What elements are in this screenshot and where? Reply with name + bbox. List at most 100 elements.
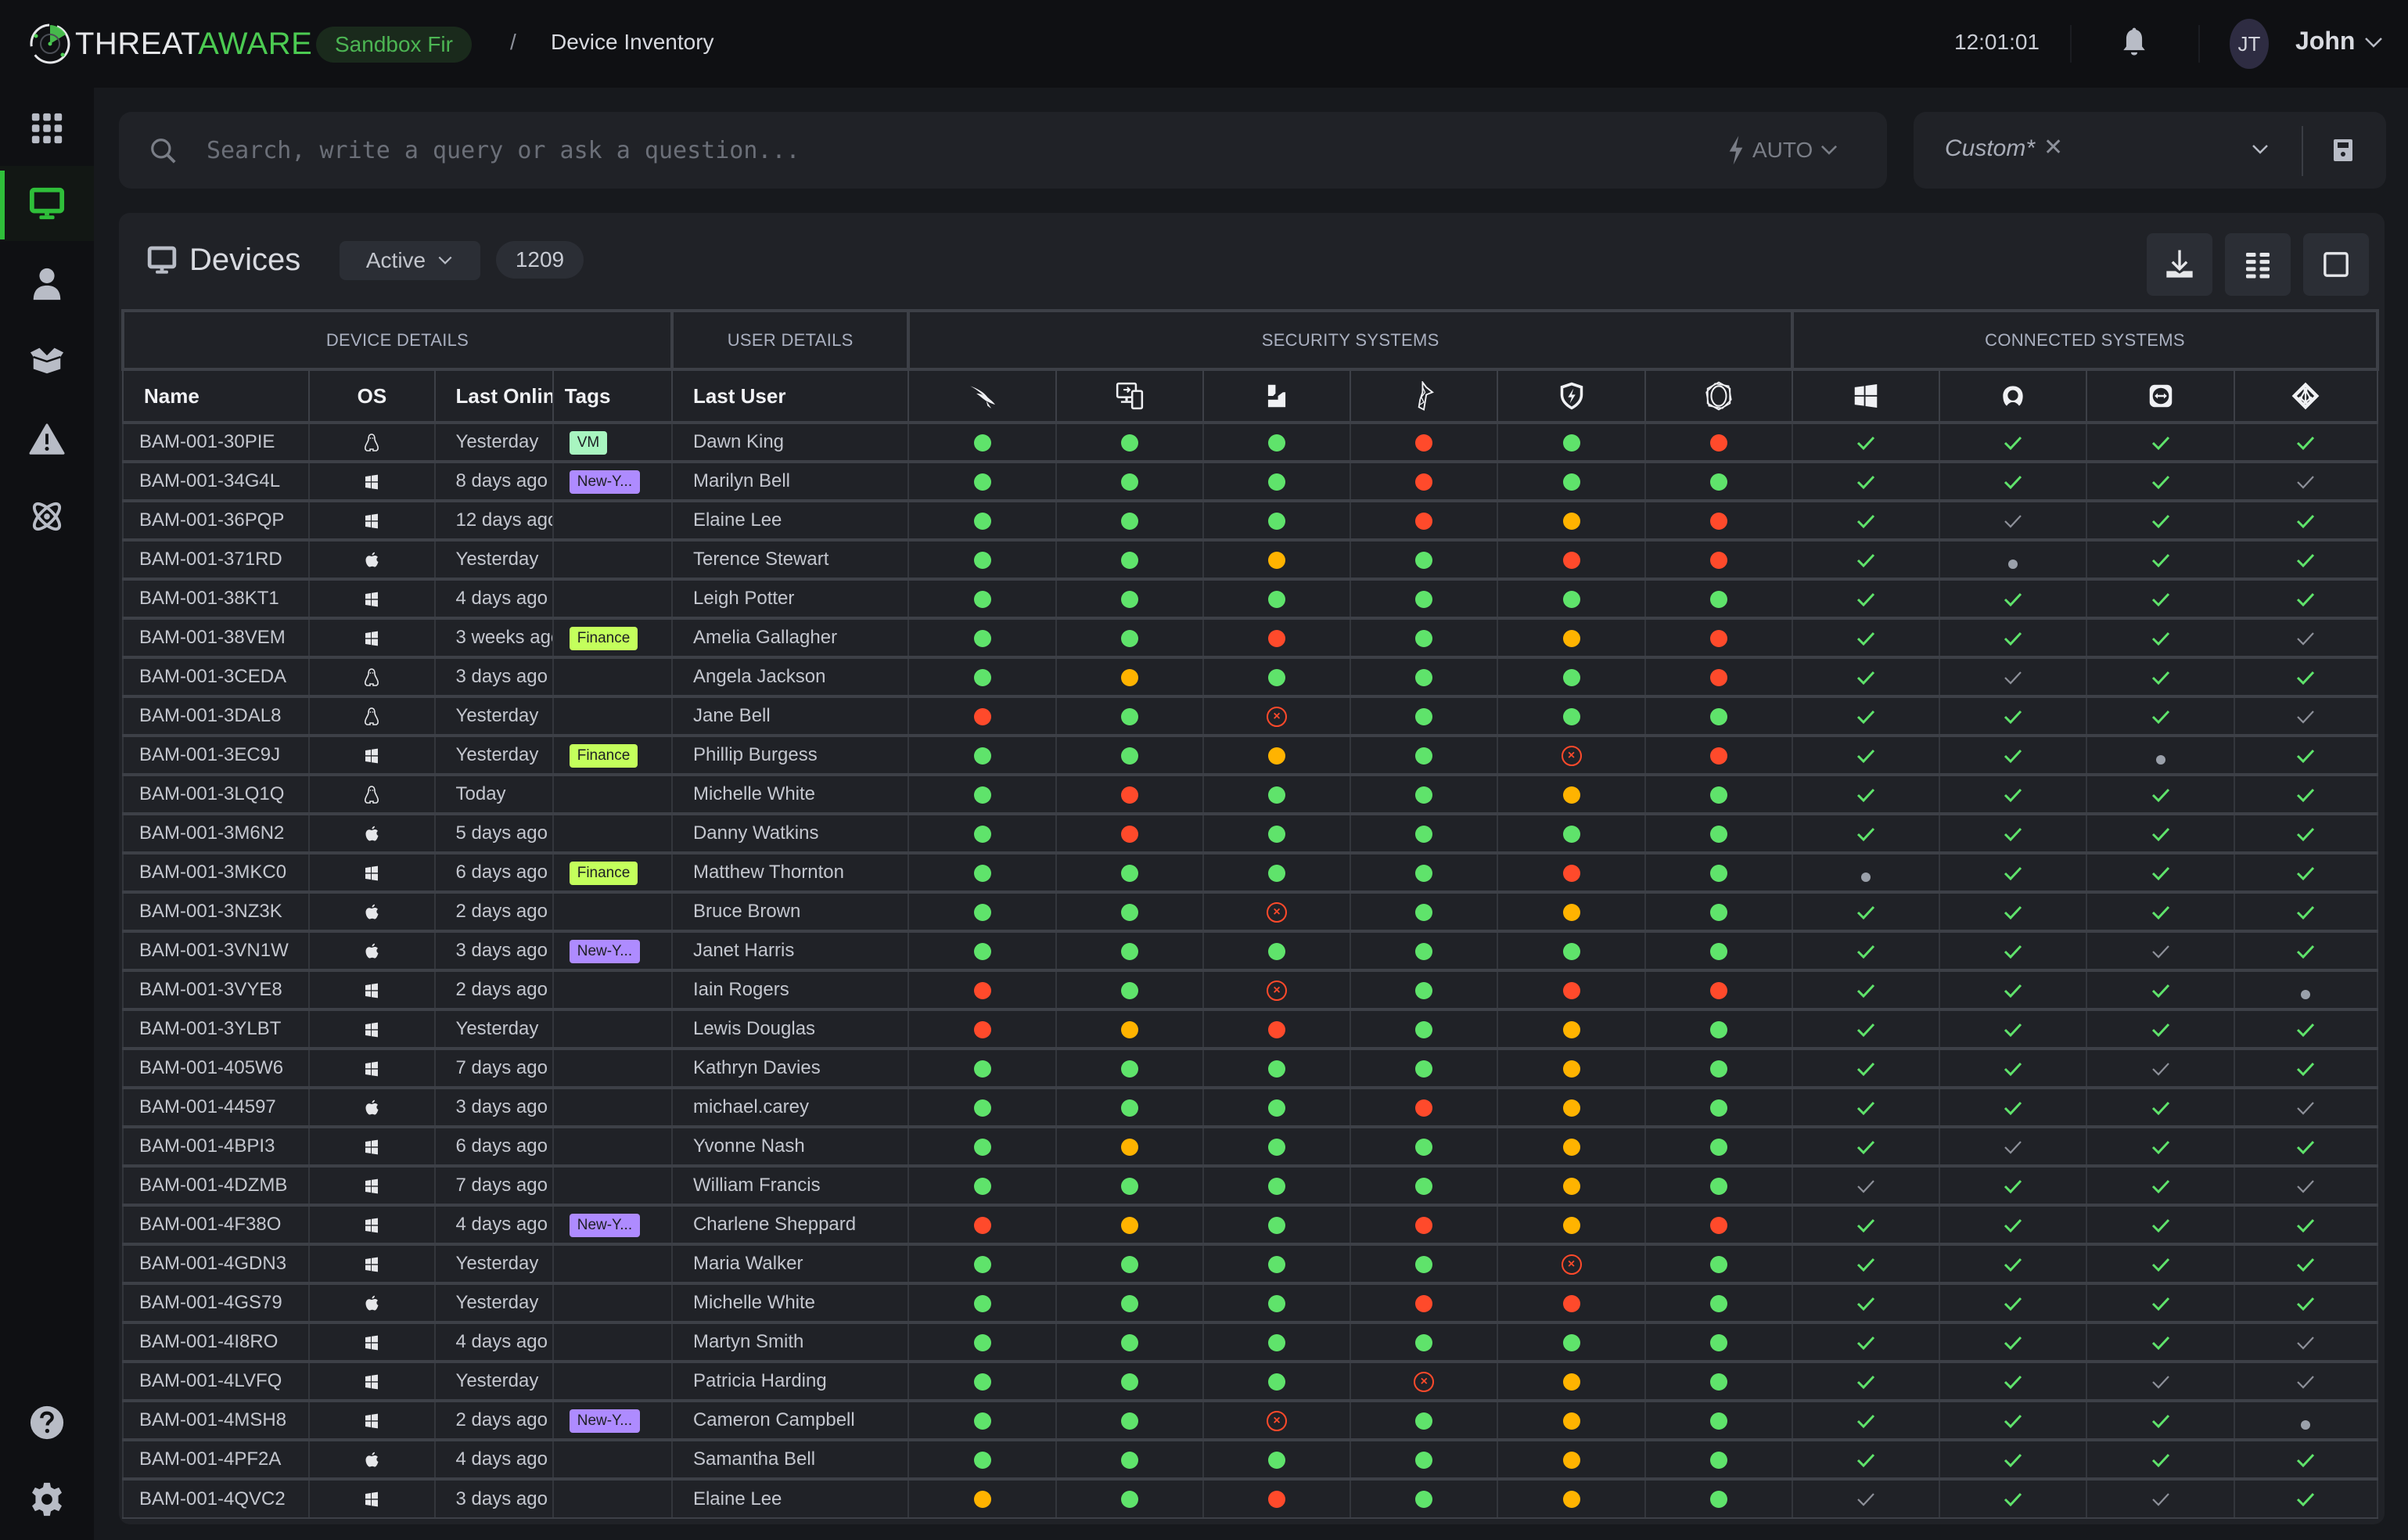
last-user[interactable]: William Francis (670, 1164, 910, 1206)
security-status-sentinelone[interactable]: × (1202, 891, 1352, 932)
column-header-defender[interactable] (1497, 369, 1646, 424)
column-header-tags[interactable]: Tags (552, 369, 673, 424)
security-status-endpoint-manager[interactable] (1055, 734, 1204, 775)
security-status-hexagon-ring[interactable] (1644, 617, 1793, 658)
connected-status-windows[interactable] (1791, 578, 1941, 619)
save-icon[interactable] (2333, 139, 2353, 162)
connected-status-windows[interactable] (1791, 617, 1941, 658)
security-status-sentinelone[interactable] (1202, 1204, 1352, 1245)
security-status-defender-shield[interactable] (1497, 1321, 1646, 1362)
security-status-hexagon-ring[interactable] (1644, 812, 1793, 854)
connected-status-identity-ring[interactable] (1939, 695, 2088, 736)
security-status-hexagon-ring[interactable] (1644, 891, 1793, 932)
security-status-hexagon-ring[interactable] (1644, 1477, 1793, 1519)
connected-status-azure-ad[interactable] (2233, 460, 2379, 502)
security-status-defender-shield[interactable] (1497, 851, 1646, 893)
notifications-bell-icon[interactable] (2117, 25, 2151, 59)
device-name[interactable]: BAM-001-4QVC2 (121, 1477, 311, 1519)
connected-status-windows[interactable] (1791, 460, 1941, 502)
connected-status-teamviewer[interactable] (2086, 773, 2235, 815)
security-status-defender-shield[interactable] (1497, 695, 1646, 736)
device-name[interactable]: BAM-001-3YLBT (121, 1008, 311, 1049)
tag-badge[interactable]: New-Y... (569, 1409, 641, 1433)
connected-status-azure-ad[interactable] (2233, 1086, 2379, 1128)
column-header-os[interactable]: OS (308, 369, 436, 424)
device-name[interactable]: BAM-001-36PQP (121, 499, 311, 541)
table-row[interactable]: BAM-001-4GS79 Yesterday Michelle White (121, 1282, 2379, 1323)
connected-status-teamviewer[interactable] (2086, 656, 2235, 697)
connected-status-windows[interactable] (1791, 1321, 1941, 1362)
last-user[interactable]: Maria Walker (670, 1243, 910, 1284)
device-name[interactable]: BAM-001-38KT1 (121, 578, 311, 619)
security-status-defender-shield[interactable] (1497, 1360, 1646, 1401)
last-user[interactable]: Janet Harris (670, 930, 910, 971)
security-status-sentinelone[interactable] (1202, 1086, 1352, 1128)
security-status-crowdstrike-falcon[interactable] (907, 1438, 1057, 1480)
security-status-sentinelone[interactable] (1202, 1282, 1352, 1323)
security-status-malware-shield[interactable] (1350, 617, 1499, 658)
security-status-malware-shield[interactable] (1350, 1399, 1499, 1441)
connected-status-teamviewer[interactable] (2086, 695, 2235, 736)
connected-status-teamviewer[interactable] (2086, 930, 2235, 971)
security-status-sentinelone[interactable] (1202, 578, 1352, 619)
connected-status-identity-ring[interactable] (1939, 1477, 2088, 1519)
last-user[interactable]: Matthew Thornton (670, 851, 910, 893)
security-status-hexagon-ring[interactable] (1644, 969, 1793, 1010)
connected-status-teamviewer[interactable] (2086, 1164, 2235, 1206)
connected-status-teamviewer[interactable] (2086, 891, 2235, 932)
security-status-defender-shield[interactable] (1497, 1438, 1646, 1480)
security-status-defender-shield[interactable] (1497, 930, 1646, 971)
security-status-endpoint-manager[interactable] (1055, 695, 1204, 736)
last-user[interactable]: Angela Jackson (670, 656, 910, 697)
table-row[interactable]: BAM-001-4LVFQ Yesterday Patricia Harding × (121, 1360, 2379, 1401)
security-status-sentinelone[interactable]: × (1202, 695, 1352, 736)
device-name[interactable]: BAM-001-4I8RO (121, 1321, 311, 1362)
security-status-crowdstrike-falcon[interactable] (907, 656, 1057, 697)
security-status-endpoint-manager[interactable] (1055, 930, 1204, 971)
security-status-hexagon-ring[interactable] (1644, 851, 1793, 893)
connected-status-identity-ring[interactable] (1939, 1204, 2088, 1245)
last-user[interactable]: Cameron Campbell (670, 1399, 910, 1441)
search-input[interactable] (207, 131, 1693, 170)
connected-status-azure-ad[interactable] (2233, 734, 2379, 775)
security-status-endpoint-manager[interactable] (1055, 1008, 1204, 1049)
connected-status-windows[interactable] (1791, 969, 1941, 1010)
connected-status-teamviewer[interactable] (2086, 460, 2235, 502)
table-row[interactable]: BAM-001-4GDN3 Yesterday Maria Walker × (121, 1243, 2379, 1284)
security-status-crowdstrike-falcon[interactable] (907, 773, 1057, 815)
connected-status-teamviewer[interactable] (2086, 1477, 2235, 1519)
security-status-hexagon-ring[interactable] (1644, 1438, 1793, 1480)
search-mode-dropdown[interactable]: AUTO (1726, 132, 1839, 168)
security-status-crowdstrike-falcon[interactable] (907, 499, 1057, 541)
table-row[interactable]: BAM-001-30PIE Yesterday VM Dawn King (121, 421, 2379, 462)
security-status-malware-shield[interactable] (1350, 499, 1499, 541)
chevron-down-icon[interactable] (2250, 142, 2270, 157)
connected-status-identity-ring[interactable] (1939, 891, 2088, 932)
security-status-defender-shield[interactable] (1497, 499, 1646, 541)
connected-status-azure-ad[interactable] (2233, 1164, 2379, 1206)
connected-status-azure-ad[interactable] (2233, 1438, 2379, 1480)
connected-status-teamviewer[interactable] (2086, 851, 2235, 893)
connected-status-windows[interactable] (1791, 734, 1941, 775)
connected-status-teamviewer[interactable] (2086, 969, 2235, 1010)
last-user[interactable]: Amelia Gallagher (670, 617, 910, 658)
security-status-sentinelone[interactable] (1202, 851, 1352, 893)
security-status-malware-shield[interactable] (1350, 1282, 1499, 1323)
security-status-endpoint-manager[interactable] (1055, 1164, 1204, 1206)
security-status-malware-shield[interactable] (1350, 1164, 1499, 1206)
connected-status-teamviewer[interactable] (2086, 538, 2235, 580)
security-status-sentinelone[interactable] (1202, 656, 1352, 697)
security-status-malware-shield[interactable] (1350, 969, 1499, 1010)
security-status-defender-shield[interactable] (1497, 969, 1646, 1010)
connected-status-identity-ring[interactable] (1939, 1243, 2088, 1284)
security-status-sentinelone[interactable] (1202, 617, 1352, 658)
device-name[interactable]: BAM-001-4F38O (121, 1204, 311, 1245)
table-row[interactable]: BAM-001-3VYE8 2 days ago Iain Rogers × (121, 969, 2379, 1010)
column-header-identity[interactable] (1939, 369, 2088, 424)
security-status-malware-shield[interactable] (1350, 930, 1499, 971)
security-status-defender-shield[interactable] (1497, 1125, 1646, 1167)
security-status-sentinelone[interactable] (1202, 1008, 1352, 1049)
connected-status-windows[interactable] (1791, 1243, 1941, 1284)
connected-status-windows[interactable] (1791, 538, 1941, 580)
table-row[interactable]: BAM-001-4MSH8 2 days ago New-Y... Cameron C… (121, 1399, 2379, 1441)
